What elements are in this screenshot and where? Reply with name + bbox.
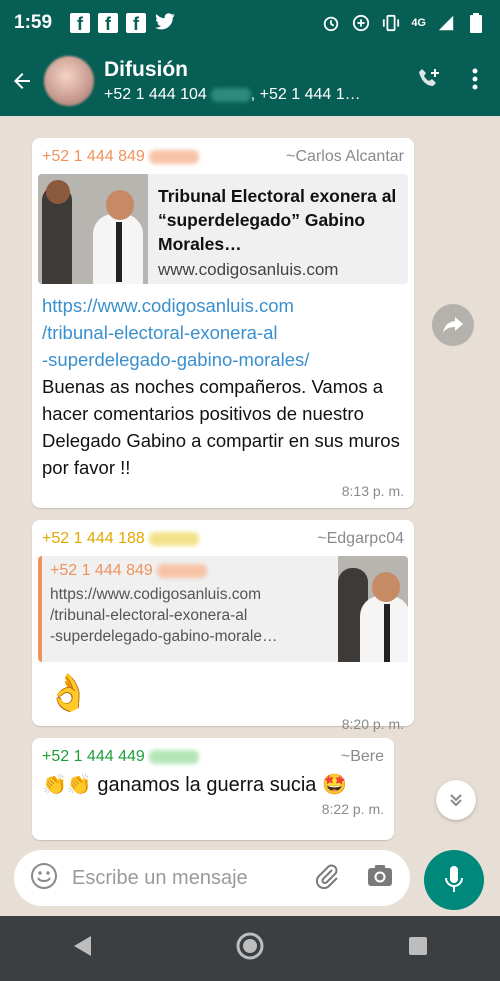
message-time: 8:22 p. m. [321,801,384,817]
status-bar: 1:59 f f f 4G [0,0,500,46]
redacted-digits [156,563,207,578]
message-bubble[interactable]: +52 1 444 449 ~Bere 👏👏 ganamos la guerra… [32,738,394,840]
alarm-icon [321,13,341,33]
add-call-icon [419,68,439,86]
chat-header: Difusión +52 1 444 104, +52 1 444 1… [0,46,500,116]
sender-number[interactable]: +52 1 444 849 [42,148,199,166]
sender-number[interactable]: +52 1 444 449 [42,748,199,766]
sender-alias: ~Carlos Alcantar [286,148,404,165]
message-bubble[interactable]: +52 1 444 849 ~Carlos Alcantar Tribunal … [32,138,414,508]
notification-icons: f f f [70,13,176,33]
camera-icon [368,864,392,886]
quoted-text: https://www.codigosanluis.com /tribunal-… [50,586,278,645]
more-options-button[interactable] [472,68,478,95]
back-arrow-icon [14,73,30,89]
camera-button[interactable] [366,863,394,894]
message-header: +52 1 444 849 ~Carlos Alcantar [32,138,414,166]
forward-button[interactable] [432,304,474,346]
redacted-digits [148,749,199,764]
message-input-bar: Escribe un mensaje [14,850,410,906]
message-input[interactable]: Escribe un mensaje [72,867,314,890]
quoted-sender: +52 1 444 849 [50,562,330,580]
sender-number[interactable]: +52 1 444 188 [42,530,199,548]
scroll-down-button[interactable] [436,780,476,820]
mic-button[interactable] [424,850,484,910]
system-icons: 4G [321,13,486,33]
network-type: 4G [411,17,426,29]
forward-icon [443,317,463,333]
vibrate-icon [381,13,401,33]
quoted-image [338,556,408,662]
message-header: +52 1 444 449 ~Bere [32,738,394,766]
message-text: https://www.codigosanluis.com/tribunal-e… [32,292,414,481]
facebook-icon: f [70,13,91,33]
facebook-icon: f [126,13,147,33]
scroll-down-icon [450,794,462,807]
nav-recents-button[interactable] [407,935,429,962]
emoji-icon [31,862,57,889]
emoji-button[interactable] [30,862,58,895]
nav-back-button[interactable] [71,934,93,963]
signal-icon [436,13,456,33]
battery-icon [466,13,486,33]
redacted-digits [210,87,251,102]
sender-alias: ~Edgarpc04 [317,530,404,547]
message-header: +52 1 444 188 ~Edgarpc04 [32,520,414,548]
message-text: 👏👏 ganamos la guerra sucia 🤩 [42,774,347,796]
status-time: 1:59 [14,12,53,33]
twitter-icon [154,13,176,33]
attach-icon [315,864,338,889]
redacted-digits [148,149,199,164]
chat-title-block[interactable]: Difusión +52 1 444 104, +52 1 444 1… [104,58,416,104]
redacted-digits [148,531,199,546]
facebook-icon: f [98,13,119,33]
link-preview-domain: www.codigosanluis.com [158,260,339,279]
nav-recents-icon [409,937,427,955]
link-preview[interactable]: Tribunal Electoral exonera al “superdele… [38,174,408,284]
mic-icon [445,866,463,892]
link-preview-title: Tribunal Electoral exonera al “superdele… [158,186,397,254]
message-time: 8:20 p. m. [341,716,404,732]
more-options-icon [472,68,478,89]
nav-back-icon [74,936,91,956]
attach-button[interactable] [314,863,340,894]
nav-home-icon [236,932,264,960]
add-call-button[interactable] [416,66,442,97]
back-button[interactable] [0,69,44,93]
android-nav-bar [0,916,500,981]
avatar[interactable] [44,56,94,106]
nav-home-button[interactable] [235,931,265,966]
sender-alias: ~Bere [340,748,384,765]
message-bubble[interactable]: +52 1 444 188 ~Edgarpc04 +52 1 444 849 h… [32,520,414,732]
link-preview-image [38,174,148,284]
quoted-message[interactable]: +52 1 444 849 https://www.codigosanluis.… [38,556,408,662]
chat-title: Difusión [104,58,188,81]
message-emoji: 👌 [46,672,91,713]
message-time: 8:13 p. m. [341,483,404,499]
chat-participants: +52 1 444 104, +52 1 444 1… [104,86,361,103]
header-actions [416,66,500,97]
data-saver-icon [351,13,371,33]
message-link[interactable]: https://www.codigosanluis.com/tribunal-e… [42,292,404,373]
